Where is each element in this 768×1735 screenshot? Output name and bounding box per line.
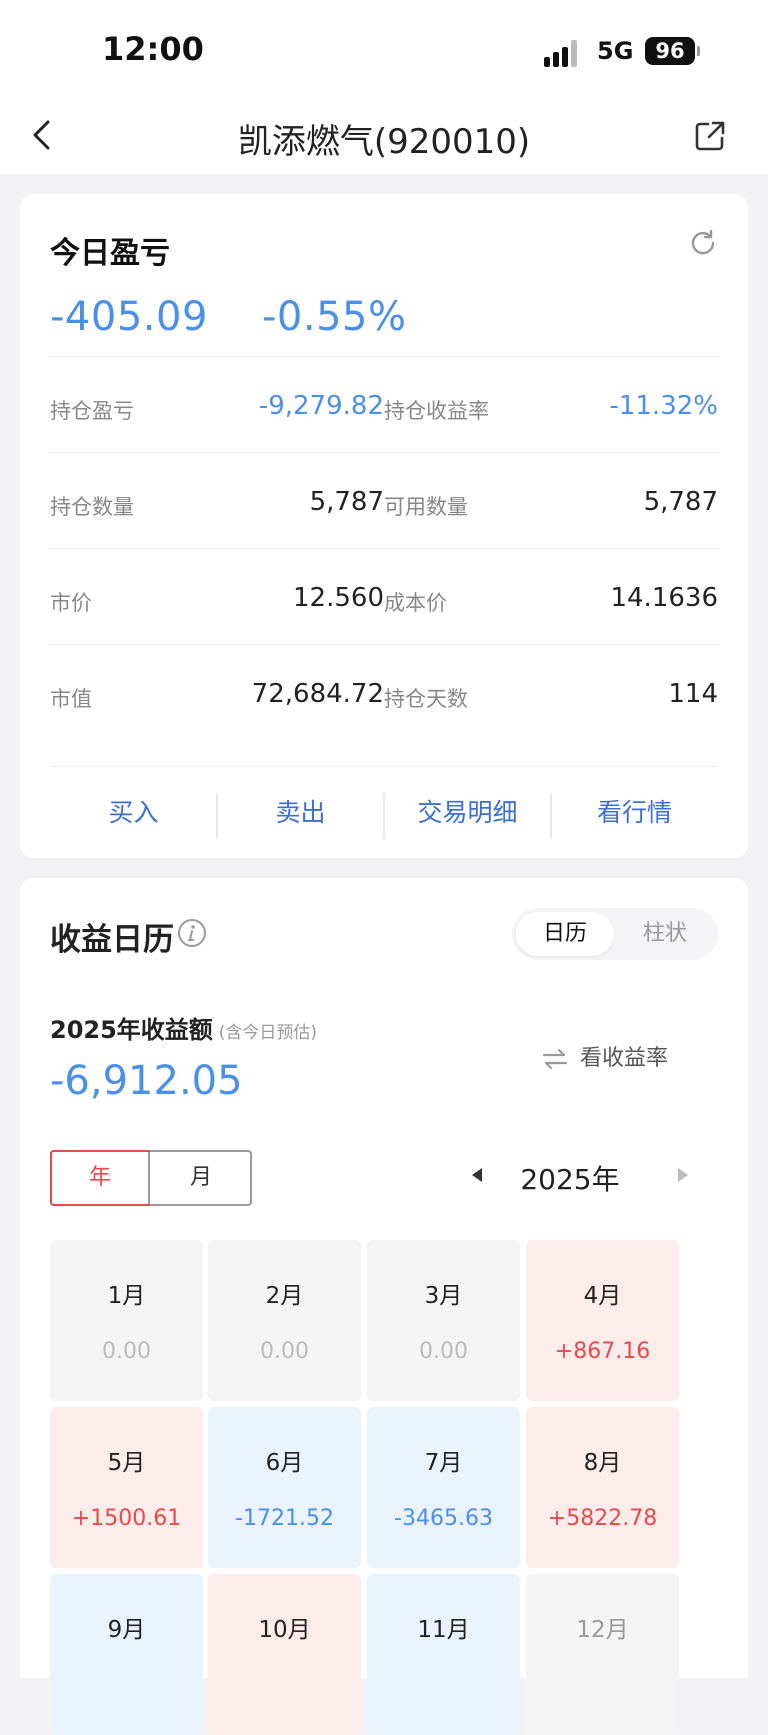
year-profit-value: -6,912.05 <box>50 1058 243 1104</box>
year-month-toggle: 年 月 <box>50 1150 252 1206</box>
month-name: 4月 <box>583 1283 622 1309</box>
month-value: 0.00 <box>102 1339 151 1364</box>
view-mode-toggle: 日历 柱状 <box>512 908 718 960</box>
nav-bar: 凯添燃气(920010) <box>0 100 768 174</box>
view-return-rate-link[interactable]: 看收益率 <box>540 1040 668 1076</box>
stat-value: 14.1636 <box>610 583 718 613</box>
status-bar: 12:00 5G 96 <box>0 0 768 100</box>
buy-button[interactable]: 买入 <box>50 789 217 837</box>
month-name: 3月 <box>424 1283 463 1309</box>
month-cell[interactable]: 3月 0.00 <box>367 1240 520 1401</box>
month-name: 5月 <box>107 1450 146 1476</box>
view-return-rate-label: 看收益率 <box>580 1046 669 1071</box>
month-value: +5822.78 <box>547 1506 658 1531</box>
month-value: 0.00 <box>419 1339 468 1364</box>
stat-label: 持仓数量 <box>50 495 134 519</box>
stat-label: 持仓盈亏 <box>50 399 134 423</box>
month-cell[interactable]: 1月 0.00 <box>50 1240 203 1401</box>
year-profit-note: (含今日预估) <box>218 1023 318 1043</box>
month-cell[interactable]: 2月 0.00 <box>208 1240 361 1401</box>
stat-value: 72,684.72 <box>251 679 384 709</box>
stat-row: 市值 72,684.72 持仓天数 114 <box>50 644 718 741</box>
year-profit-label: 2025年收益额 (含今日预估) <box>50 1010 317 1045</box>
month-name: 12月 <box>576 1617 629 1643</box>
page-title: 凯添燃气(920010) <box>237 122 531 162</box>
back-icon[interactable] <box>26 118 60 152</box>
action-bar: 买入 卖出 交易明细 看行情 <box>50 766 718 859</box>
year-profit-label-text: 2025年收益额 <box>50 1016 213 1044</box>
month-cell[interactable]: 10月 <box>208 1574 361 1735</box>
month-cell[interactable]: 5月 +1500.61 <box>50 1407 203 1568</box>
month-value: 0.00 <box>260 1339 309 1364</box>
calendar-title: 收益日历 <box>50 922 174 958</box>
month-name: 9月 <box>107 1617 146 1643</box>
stat-row: 市价 12.560 成本价 14.1636 <box>50 548 718 645</box>
battery-icon: 96 <box>645 37 695 65</box>
next-year-icon[interactable] <box>678 1168 688 1182</box>
view-quote-button[interactable]: 看行情 <box>551 789 718 837</box>
stat-label: 成本价 <box>384 591 447 615</box>
month-cell[interactable]: 9月 <box>50 1574 203 1735</box>
battery-tip <box>697 46 700 56</box>
month-name: 7月 <box>424 1450 463 1476</box>
today-pnl-value: -405.09 <box>50 294 208 340</box>
network-type: 5G <box>597 37 634 65</box>
month-cell[interactable]: 7月 -3465.63 <box>367 1407 520 1568</box>
tab-calendar[interactable]: 日历 <box>516 912 614 956</box>
today-pnl-title: 今日盈亏 <box>50 236 170 271</box>
month-name: 2月 <box>265 1283 304 1309</box>
signal-icon <box>544 39 584 67</box>
month-cell[interactable]: 8月 +5822.78 <box>526 1407 679 1568</box>
tab-bar-chart[interactable]: 柱状 <box>616 912 714 956</box>
position-card: 今日盈亏 -405.09 -0.55% 持仓盈亏 -9,279.82 持仓收益率… <box>20 194 748 858</box>
month-value: -1721.52 <box>235 1506 334 1531</box>
month-cell[interactable]: 12月 <box>526 1574 679 1735</box>
stat-value: 5,787 <box>309 487 384 517</box>
month-cell[interactable]: 11月 <box>367 1574 520 1735</box>
info-icon[interactable] <box>177 918 207 948</box>
toggle-year[interactable]: 年 <box>50 1150 150 1206</box>
stat-value: 114 <box>668 679 718 709</box>
stat-value: 12.560 <box>293 583 384 613</box>
status-time: 12:00 <box>102 30 204 68</box>
stat-label: 持仓天数 <box>384 687 468 711</box>
month-name: 11月 <box>417 1617 470 1643</box>
stat-label: 市价 <box>50 591 92 615</box>
month-name: 1月 <box>107 1283 146 1309</box>
stat-row: 持仓盈亏 -9,279.82 持仓收益率 -11.32% <box>50 356 718 453</box>
trade-details-button[interactable]: 交易明细 <box>384 789 551 837</box>
stat-value: -9,279.82 <box>258 391 384 421</box>
stat-label: 持仓收益率 <box>384 399 489 423</box>
stat-label: 市值 <box>50 687 92 711</box>
refresh-icon[interactable] <box>688 228 718 258</box>
month-name: 6月 <box>265 1450 304 1476</box>
profit-calendar-card: 收益日历 日历 柱状 2025年收益额 (含今日预估) 看收益率 -6,912.0… <box>20 878 748 1735</box>
toggle-month[interactable]: 月 <box>148 1152 252 1204</box>
today-pnl-percent: -0.55% <box>262 294 407 340</box>
stat-label: 可用数量 <box>384 495 468 519</box>
prev-year-icon[interactable] <box>472 1168 482 1182</box>
sell-button[interactable]: 卖出 <box>217 789 384 837</box>
month-value: +867.16 <box>554 1339 651 1364</box>
stat-value: -11.32% <box>609 391 718 421</box>
month-cell[interactable]: 4月 +867.16 <box>526 1240 679 1401</box>
month-cell[interactable]: 6月 -1721.52 <box>208 1407 361 1568</box>
stat-row: 持仓数量 5,787 可用数量 5,787 <box>50 452 718 549</box>
stat-value: 5,787 <box>643 487 718 517</box>
month-value: -3465.63 <box>394 1506 493 1531</box>
month-name: 10月 <box>258 1617 311 1643</box>
month-value: +1500.61 <box>71 1506 182 1531</box>
share-icon[interactable] <box>692 118 728 154</box>
current-year: 2025年 <box>520 1163 620 1196</box>
month-name: 8月 <box>583 1450 622 1476</box>
swap-icon <box>542 1048 568 1070</box>
